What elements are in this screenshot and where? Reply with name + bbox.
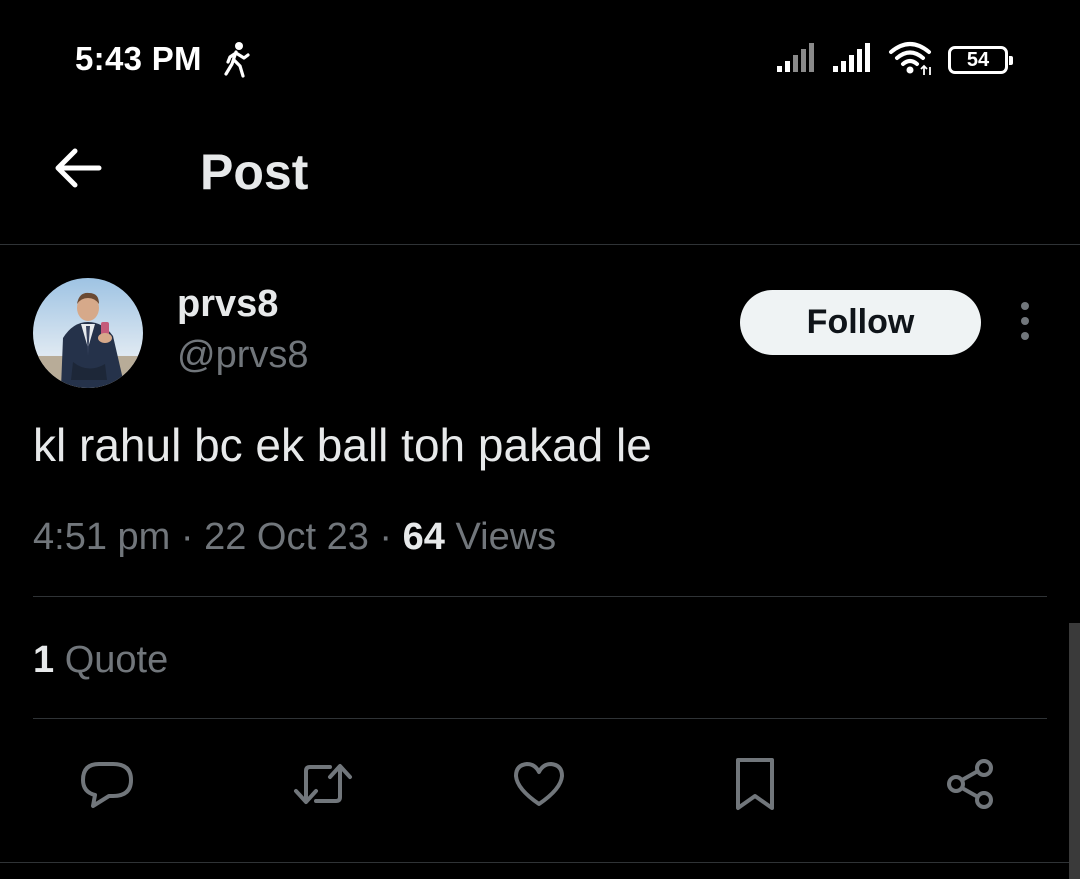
share-button[interactable] xyxy=(940,756,1000,816)
signal-icon xyxy=(776,42,818,79)
meta-separator: · xyxy=(379,516,393,558)
battery-level: 54 xyxy=(966,49,990,71)
walking-icon xyxy=(222,40,252,80)
post-time: 4:51 pm xyxy=(33,516,171,558)
views-count: 64 xyxy=(402,516,445,558)
heart-icon xyxy=(511,759,567,814)
scrollbar[interactable] xyxy=(1069,623,1080,879)
repost-button[interactable] xyxy=(293,756,353,816)
like-button[interactable] xyxy=(509,756,569,816)
post-text: kl rahul bc ek ball toh pakad le xyxy=(33,419,652,471)
post-meta: 4:51 pm · 22 Oct 23 · 64 Views xyxy=(33,516,556,559)
views-label: Views xyxy=(455,516,557,558)
quotes-link[interactable]: 1 Quote xyxy=(33,639,168,682)
battery-icon: 54 xyxy=(948,46,1013,74)
post-date: 22 Oct 23 xyxy=(204,516,369,558)
reply-button[interactable] xyxy=(77,756,137,816)
back-button[interactable] xyxy=(50,142,106,198)
avatar[interactable] xyxy=(33,278,143,388)
page-title: Post xyxy=(200,144,309,200)
repost-icon xyxy=(292,759,354,814)
header-divider xyxy=(0,244,1080,245)
wifi-icon xyxy=(888,40,934,81)
follow-button[interactable]: Follow xyxy=(740,290,981,355)
comment-icon xyxy=(79,758,135,815)
quote-count: 1 xyxy=(33,639,55,681)
bottom-divider xyxy=(0,862,1080,863)
signal-icon xyxy=(832,42,874,79)
status-time: 5:43 PM xyxy=(75,40,202,77)
status-icons: 54 xyxy=(776,40,1013,81)
author-handle[interactable]: @prvs8 xyxy=(177,334,309,377)
share-icon xyxy=(943,757,997,816)
meta-separator: · xyxy=(180,516,194,558)
more-options-button[interactable] xyxy=(1008,300,1042,346)
divider xyxy=(33,596,1047,597)
divider xyxy=(33,718,1047,719)
more-vertical-icon xyxy=(1019,301,1031,346)
bookmark-icon xyxy=(732,756,778,817)
author-display-name[interactable]: prvs8 xyxy=(177,283,278,326)
bookmark-button[interactable] xyxy=(725,756,785,816)
quote-label: Quote xyxy=(64,639,169,681)
arrow-left-icon xyxy=(53,146,103,195)
